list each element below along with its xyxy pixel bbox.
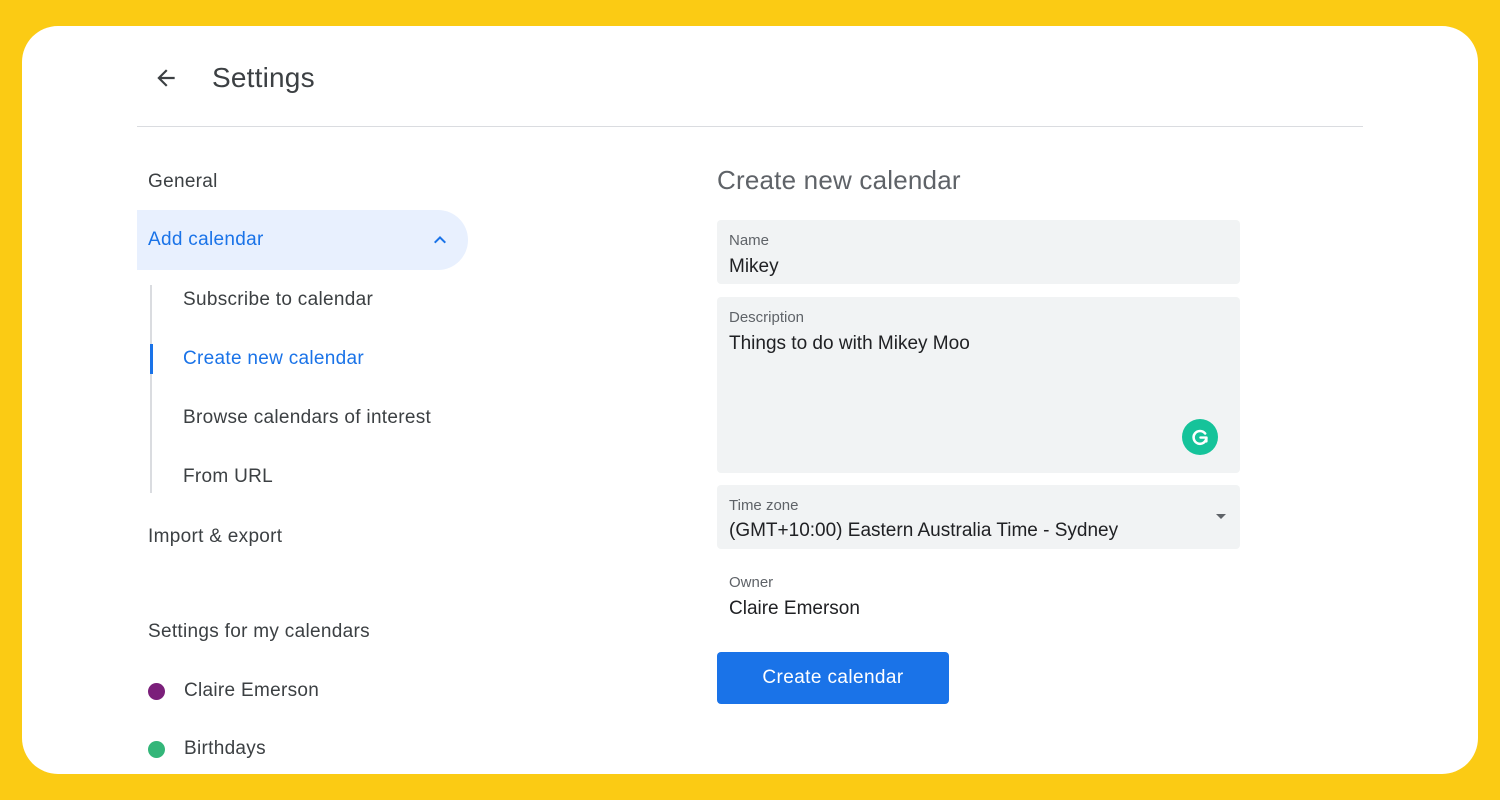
- nav-add-calendar[interactable]: Add calendar: [137, 210, 468, 270]
- owner-label: Owner: [729, 574, 774, 591]
- nav-import-export[interactable]: Import & export: [148, 526, 282, 548]
- back-button[interactable]: [146, 58, 186, 98]
- description-field[interactable]: Description Things to do with Mikey Moo: [717, 297, 1240, 473]
- grammarly-icon[interactable]: [1182, 419, 1218, 455]
- nav-add-calendar-label: Add calendar: [148, 229, 264, 250]
- subnav-from-url[interactable]: From URL: [183, 466, 273, 488]
- subnav-active-indicator: [150, 344, 153, 374]
- settings-card: Settings General Add calendar Subscribe …: [22, 26, 1478, 774]
- subnav-subscribe[interactable]: Subscribe to calendar: [183, 289, 373, 311]
- calendar-item-label: Birthdays: [184, 738, 266, 759]
- name-field[interactable]: Name: [717, 220, 1240, 284]
- chevron-up-icon[interactable]: [428, 228, 452, 252]
- calendar-color-dot: [148, 740, 165, 758]
- description-input[interactable]: Things to do with Mikey Moo: [729, 333, 1219, 443]
- name-input[interactable]: [729, 256, 1219, 278]
- description-field-label: Description: [729, 309, 805, 326]
- subnav-browse[interactable]: Browse calendars of interest: [183, 407, 431, 429]
- create-calendar-button[interactable]: Create calendar: [717, 652, 949, 704]
- owner-value: Claire Emerson: [729, 598, 860, 619]
- nav-general[interactable]: General: [148, 171, 218, 193]
- header: Settings: [22, 26, 1478, 127]
- subnav-create-new[interactable]: Create new calendar: [183, 348, 364, 370]
- subnav-rail: [150, 285, 152, 493]
- time-zone-value: (GMT+10:00) Eastern Australia Time - Syd…: [729, 520, 1119, 541]
- calendar-color-dot: [148, 682, 165, 700]
- arrow-back-icon: [157, 69, 175, 87]
- page-title: Settings: [212, 62, 315, 93]
- time-zone-select[interactable]: Time zone (GMT+10:00) Eastern Australia …: [717, 485, 1240, 549]
- form-title: Create new calendar: [717, 165, 961, 195]
- calendar-item-label: Claire Emerson: [184, 680, 320, 701]
- calendar-item[interactable]: Claire Emerson: [148, 680, 319, 702]
- name-field-label: Name: [729, 232, 770, 249]
- time-zone-label: Time zone: [729, 497, 799, 514]
- grammarly-g-glyph: [1192, 429, 1208, 446]
- dropdown-arrow-icon: [1216, 514, 1226, 519]
- calendar-item[interactable]: Birthdays: [148, 738, 266, 760]
- header-divider: [137, 126, 1363, 127]
- my-calendars-heading: Settings for my calendars: [148, 621, 370, 642]
